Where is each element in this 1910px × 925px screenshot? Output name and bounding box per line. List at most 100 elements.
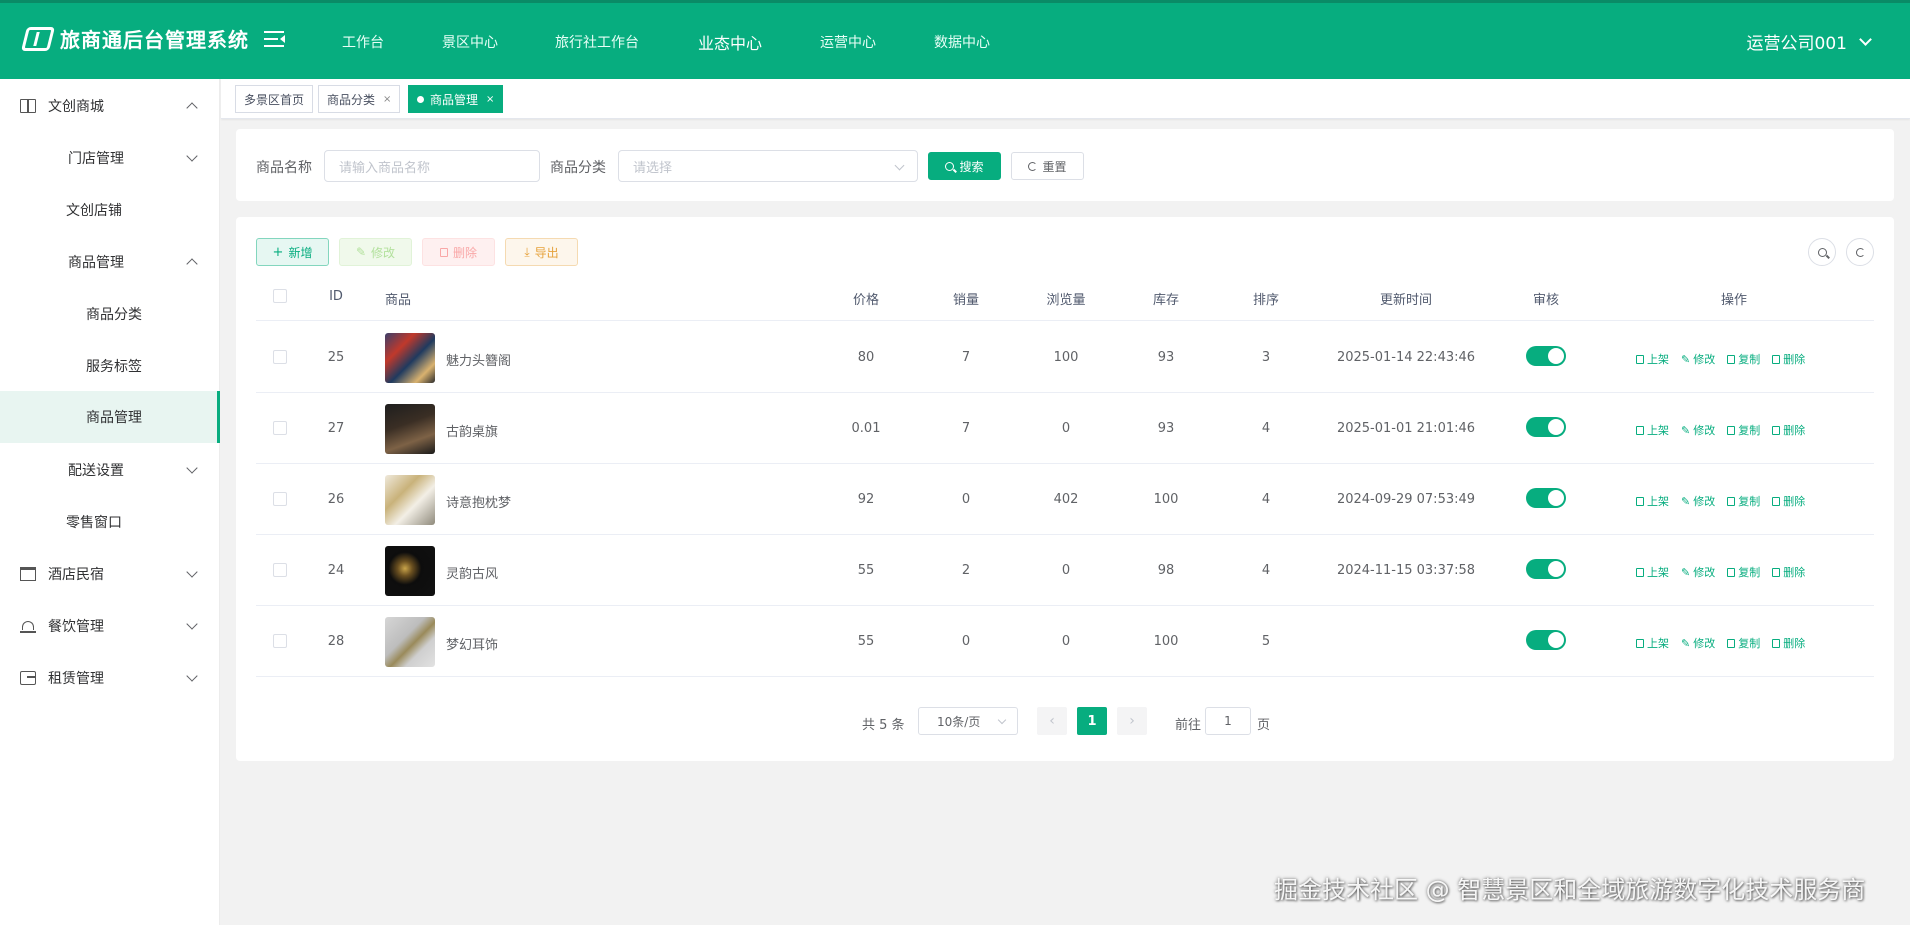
copy-button[interactable]: 复制 bbox=[1727, 564, 1760, 580]
edit-row-button[interactable]: ✎ 修改 bbox=[1681, 422, 1715, 438]
copy-button[interactable]: 复制 bbox=[1727, 351, 1760, 367]
trash-icon bbox=[439, 247, 448, 257]
copy-button[interactable]: 复制 bbox=[1727, 422, 1760, 438]
cell-stock: 100 bbox=[1153, 492, 1179, 507]
sidebar-item-product-category[interactable]: 商品分类 bbox=[0, 289, 220, 339]
reset-button[interactable]: 重置 bbox=[1011, 152, 1084, 180]
sidebar-item-label: 零售窗口 bbox=[66, 515, 122, 531]
page-size-select[interactable]: 10条/页 bbox=[918, 707, 1018, 735]
column-review: 审核 bbox=[1532, 293, 1560, 308]
row-checkbox[interactable] bbox=[273, 492, 287, 506]
refresh-button[interactable] bbox=[1846, 238, 1874, 266]
prev-page-button[interactable]: ‹ bbox=[1037, 707, 1067, 735]
cell-sales: 0 bbox=[961, 634, 971, 649]
edit-row-button[interactable]: ✎ 修改 bbox=[1681, 493, 1715, 509]
nav-business-center[interactable]: 业态中心 bbox=[698, 30, 762, 54]
sidebar-item-service-tags[interactable]: 服务标签 bbox=[0, 341, 220, 391]
delete-row-button[interactable]: 删除 bbox=[1772, 564, 1805, 580]
sidebar-item-retail-window[interactable]: 零售窗口 bbox=[0, 497, 220, 547]
close-icon[interactable]: × bbox=[383, 94, 391, 105]
nav-scenic-center[interactable]: 景区中心 bbox=[442, 32, 498, 52]
book-icon bbox=[20, 99, 36, 113]
sidebar-item-hotel[interactable]: 酒店民宿 bbox=[0, 549, 220, 599]
chevron-down-icon bbox=[1859, 32, 1872, 46]
edit-row-button[interactable]: ✎ 修改 bbox=[1681, 635, 1715, 651]
copy-button[interactable]: 复制 bbox=[1727, 493, 1760, 509]
product-name-input[interactable]: 请输入商品名称 bbox=[324, 150, 540, 182]
sidebar-item-rental[interactable]: 租赁管理 bbox=[0, 653, 220, 703]
app-logo[interactable]: 旅商通后台管理系统 bbox=[21, 24, 249, 53]
review-switch[interactable] bbox=[1526, 630, 1566, 650]
row-checkbox[interactable] bbox=[273, 421, 287, 435]
publish-button[interactable]: 上架 bbox=[1636, 564, 1669, 580]
edit-row-button[interactable]: ✎ 修改 bbox=[1681, 351, 1715, 367]
nav-workbench[interactable]: 工作台 bbox=[342, 32, 384, 52]
delete-row-button[interactable]: 删除 bbox=[1772, 351, 1805, 367]
close-icon[interactable]: × bbox=[486, 94, 494, 105]
review-switch[interactable] bbox=[1526, 559, 1566, 579]
sidebar-item-cultural-shop[interactable]: 文创店铺 bbox=[0, 185, 220, 235]
publish-button[interactable]: 上架 bbox=[1636, 635, 1669, 651]
action-label: 删除 bbox=[1783, 353, 1806, 366]
chevron-down-icon bbox=[186, 462, 198, 474]
cell-views: 100 bbox=[1053, 350, 1079, 365]
review-switch[interactable] bbox=[1526, 488, 1566, 508]
action-label: 修改 bbox=[1693, 424, 1716, 437]
edit-row-button[interactable]: ✎ 修改 bbox=[1681, 564, 1715, 580]
toggle-search-button[interactable] bbox=[1808, 238, 1836, 266]
sidebar-item-product-management[interactable]: 商品管理 bbox=[0, 391, 220, 443]
export-button[interactable]: ⤓ 导出 bbox=[505, 238, 578, 266]
hotel-icon bbox=[20, 567, 36, 581]
tab-product-management[interactable]: 商品管理 × bbox=[408, 85, 504, 113]
delete-row-button[interactable]: 删除 bbox=[1772, 422, 1805, 438]
cell-stock: 100 bbox=[1153, 634, 1179, 649]
nav-data-center[interactable]: 数据中心 bbox=[934, 32, 990, 52]
sidebar-item-store-management[interactable]: 门店管理 bbox=[0, 133, 220, 183]
category-select[interactable]: 请选择 bbox=[618, 150, 918, 182]
delete-button[interactable]: 删除 bbox=[422, 238, 495, 266]
menu-toggle-icon[interactable] bbox=[264, 31, 286, 47]
publish-button[interactable]: 上架 bbox=[1636, 351, 1669, 367]
nav-operations-center[interactable]: 运营中心 bbox=[820, 32, 876, 52]
table-row: 26 诗意抱枕梦 92 0 402 100 4 2024-09-29 07:53… bbox=[256, 464, 1874, 535]
rent-icon bbox=[20, 671, 36, 685]
refresh-icon bbox=[1855, 247, 1865, 257]
delete-row-button[interactable]: 删除 bbox=[1772, 493, 1805, 509]
nav-travel-agency[interactable]: 旅行社工作台 bbox=[555, 32, 639, 52]
page-1-button[interactable]: 1 bbox=[1077, 707, 1107, 735]
edit-icon: ✎ bbox=[1681, 636, 1691, 650]
edit-button[interactable]: ✎ 修改 bbox=[339, 238, 412, 266]
user-menu[interactable]: 运营公司001 bbox=[1747, 29, 1872, 54]
sidebar: 文创商城 门店管理 文创店铺 商品管理 商品分类 服务标签 商品管理 配送设置 … bbox=[0, 79, 220, 925]
button-label: 导出 bbox=[534, 245, 559, 260]
cell-sales: 2 bbox=[961, 563, 971, 578]
goto-page-input[interactable]: 1 bbox=[1205, 707, 1251, 735]
total-count: 共 5 条 bbox=[862, 718, 905, 733]
chevron-down-icon bbox=[186, 566, 198, 578]
sidebar-item-product-management-group[interactable]: 商品管理 bbox=[0, 237, 220, 287]
review-switch[interactable] bbox=[1526, 417, 1566, 437]
tab-product-category[interactable]: 商品分类 × bbox=[318, 85, 401, 113]
cell-price: 0.01 bbox=[851, 421, 881, 436]
sidebar-item-cultural-mall[interactable]: 文创商城 bbox=[0, 81, 220, 131]
action-label: 修改 bbox=[1693, 353, 1716, 366]
sidebar-item-delivery-settings[interactable]: 配送设置 bbox=[0, 445, 220, 495]
row-checkbox[interactable] bbox=[273, 350, 287, 364]
publish-button[interactable]: 上架 bbox=[1636, 493, 1669, 509]
review-switch[interactable] bbox=[1526, 346, 1566, 366]
sidebar-item-label: 文创店铺 bbox=[66, 203, 122, 219]
tab-home[interactable]: 多景区首页 bbox=[235, 85, 314, 113]
search-button[interactable]: 搜索 bbox=[928, 152, 1001, 180]
delete-row-button[interactable]: 删除 bbox=[1772, 635, 1805, 651]
row-checkbox[interactable] bbox=[273, 634, 287, 648]
row-checkbox[interactable] bbox=[273, 563, 287, 577]
sidebar-item-label: 商品分类 bbox=[86, 307, 142, 323]
select-all-checkbox[interactable] bbox=[273, 289, 287, 303]
publish-button[interactable]: 上架 bbox=[1636, 422, 1669, 438]
button-label: 搜索 bbox=[959, 159, 984, 174]
add-button[interactable]: + 新增 bbox=[256, 238, 329, 266]
table-row: 28 梦幻耳饰 55 0 0 100 5 上架 ✎ 修改 复制 删除 bbox=[256, 606, 1874, 677]
sidebar-item-dining[interactable]: 餐饮管理 bbox=[0, 601, 220, 651]
copy-button[interactable]: 复制 bbox=[1727, 635, 1760, 651]
next-page-button[interactable]: › bbox=[1117, 707, 1147, 735]
